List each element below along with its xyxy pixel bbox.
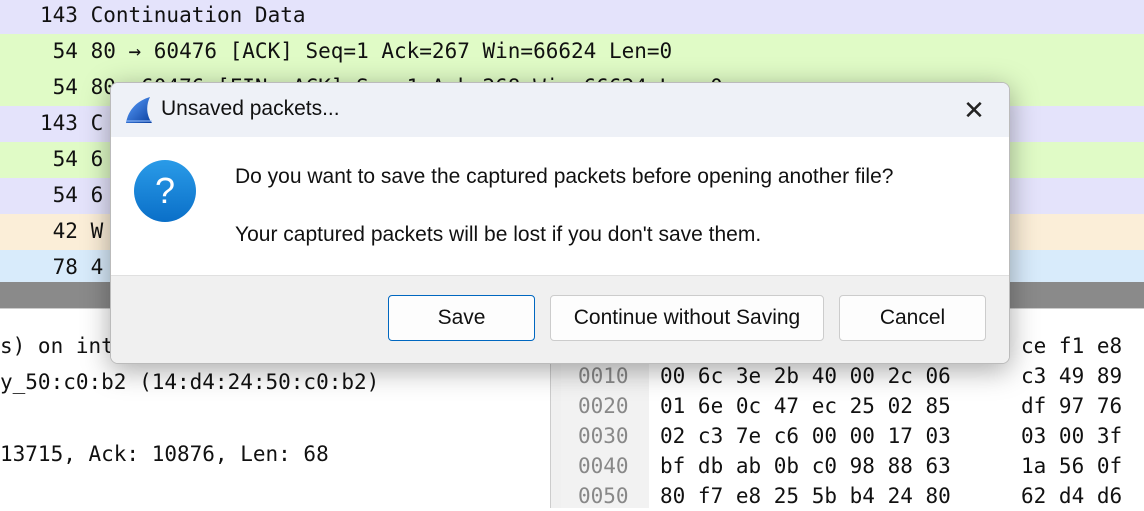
continue-without-saving-button[interactable]: Continue without Saving [550, 295, 824, 341]
hex-bytes[interactable]: 03 00 3f [1021, 421, 1122, 451]
detail-line[interactable]: s) on int [0, 331, 114, 361]
wireshark-fin-icon [126, 97, 152, 123]
hex-bytes[interactable]: 02 c3 7e c6 00 00 17 03 [660, 421, 951, 451]
question-icon: ? [134, 160, 196, 222]
detail-line[interactable]: 13715, Ack: 10876, Len: 68 [0, 439, 329, 469]
hex-offset[interactable]: 0020 [578, 391, 629, 421]
dialog-message: Do you want to save the captured packets… [235, 165, 894, 188]
hex-bytes[interactable]: c3 49 89 [1021, 361, 1122, 391]
hex-bytes[interactable]: 00 6c 3e 2b 40 00 2c 06 [660, 361, 951, 391]
hex-offset[interactable]: 0010 [578, 361, 629, 391]
hex-offset[interactable]: 0040 [578, 451, 629, 481]
dialog-footer: Save Continue without Saving Cancel [111, 275, 1009, 363]
hex-bytes: ce f1 e8 [1021, 334, 1123, 358]
hex-bytes[interactable]: 62 d4 d6 [1021, 481, 1122, 511]
hex-bytes[interactable]: 1a 56 0f [1021, 451, 1122, 481]
unsaved-packets-dialog: Unsaved packets... ✕ ? Do you want to sa… [110, 82, 1010, 364]
hex-offset[interactable]: 0050 [578, 481, 629, 511]
hex-bytes[interactable]: bf db ab 0b c0 98 88 63 [660, 451, 951, 481]
cancel-button[interactable]: Cancel [839, 295, 986, 341]
dialog-title: Unsaved packets... [161, 97, 340, 120]
hex-bytes[interactable]: df 97 76 [1021, 391, 1122, 421]
hex-offset[interactable]: 0030 [578, 421, 629, 451]
dialog-titlebar: Unsaved packets... ✕ [111, 83, 1009, 137]
close-icon[interactable]: ✕ [959, 95, 989, 125]
detail-line[interactable]: y_50:c0:b2 (14:d4:24:50:c0:b2) [0, 367, 379, 397]
hex-bytes[interactable]: 01 6e 0c 47 ec 25 02 85 [660, 391, 951, 421]
save-button[interactable]: Save [388, 295, 535, 341]
dialog-body: ? Do you want to save the captured packe… [111, 137, 1009, 275]
packet-row[interactable]: 143 Continuation Data [0, 0, 1144, 34]
svg-text:?: ? [155, 170, 175, 211]
packet-row[interactable]: 54 80 → 60476 [ACK] Seq=1 Ack=267 Win=66… [0, 34, 1144, 70]
dialog-detail: Your captured packets will be lost if yo… [235, 223, 762, 246]
hex-bytes[interactable]: 80 f7 e8 25 5b b4 24 80 [660, 481, 951, 511]
